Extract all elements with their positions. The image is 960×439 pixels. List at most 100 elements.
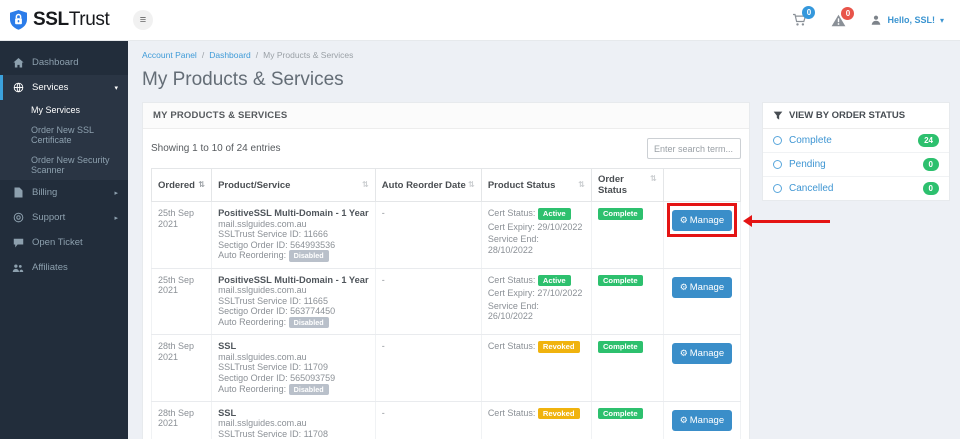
- manage-cell: ⚙ Manage: [662, 267, 742, 336]
- radio-circle-icon: [773, 160, 782, 169]
- service-end: Service End: 26/10/2022: [487, 300, 539, 322]
- file-icon: [12, 187, 24, 198]
- chevron-right-icon: ▸: [114, 214, 118, 222]
- brand-logo[interactable]: SSLTrust: [0, 9, 125, 31]
- sort-icon[interactable]: ⇅: [362, 180, 369, 189]
- order-status-cell: Complete: [590, 201, 664, 269]
- manage-button[interactable]: ⚙ Manage: [671, 210, 733, 231]
- sidebar-toggle-button[interactable]: ≡: [133, 10, 153, 30]
- manage-button[interactable]: ⚙ Manage: [671, 409, 733, 431]
- column-actions: [662, 168, 742, 202]
- search-input[interactable]: [647, 138, 741, 159]
- column-auto-reorder-date[interactable]: ⇅ Auto Reorder Date: [374, 168, 482, 202]
- card-header: MY PRODUCTS & SERVICES: [143, 103, 749, 129]
- sort-icon[interactable]: ⇅: [198, 180, 205, 189]
- order-status-cell: Complete: [590, 267, 664, 336]
- product-status-cell: Cert Status: Revoked: [480, 334, 592, 402]
- service-id: SSLTrust Service ID: 11709: [218, 362, 328, 373]
- filter-item-cancelled[interactable]: Cancelled 0: [763, 177, 949, 200]
- comment-icon: [12, 238, 24, 248]
- breadcrumb-separator: /: [255, 50, 259, 60]
- gear-icon: ⚙: [679, 281, 688, 292]
- cart-button[interactable]: 0: [792, 6, 816, 27]
- cert-expiry: Cert Expiry: 27/10/2022: [487, 288, 583, 299]
- column-ordered[interactable]: ⇅ Ordered: [150, 168, 213, 202]
- filter-panel-header: VIEW BY ORDER STATUS: [763, 103, 949, 129]
- manage-cell: ⚙ Manage: [662, 334, 742, 402]
- ordered-cell: 28th Sep 2021: [150, 400, 213, 439]
- user-menu[interactable]: Hello, SSL! ▾: [870, 14, 944, 26]
- sectigo-order-id: Sectigo Order ID: 564993536: [218, 239, 336, 250]
- cert-status-badge: Revoked: [537, 407, 580, 420]
- topbar-actions: 0 0 Hello, SSL! ▾: [792, 6, 960, 27]
- count-badge: 0: [922, 158, 939, 171]
- column-product-status[interactable]: ⇅ Product Status: [480, 168, 592, 202]
- sidebar-item-my-services[interactable]: My Services: [0, 100, 128, 120]
- product-status-cell: Cert Status: Revoked: [480, 400, 592, 439]
- sidebar-item-order-security-scanner[interactable]: Order New Security Scanner: [0, 150, 128, 180]
- hamburger-icon: ≡: [139, 14, 147, 26]
- filter-item-pending[interactable]: Pending 0: [763, 153, 949, 177]
- breadcrumb-account-panel[interactable]: Account Panel: [142, 50, 197, 60]
- chevron-right-icon: ▸: [114, 189, 118, 197]
- auto-reorder-date-cell: -: [374, 334, 482, 402]
- caret-down-icon: ▾: [939, 15, 944, 25]
- manage-button[interactable]: ⚙ Manage: [671, 343, 733, 365]
- gear-icon: ⚙: [679, 215, 688, 225]
- sidebar: Dashboard Services ▾ My Services Order N…: [0, 41, 128, 439]
- product-cell: SSL mail.sslguides.com.au SSLTrust Servi…: [211, 334, 376, 402]
- cert-status-badge: Active: [537, 208, 571, 220]
- products-table: ⇅ Ordered ⇅ Product/Service ⇅ Auto Reorder …: [150, 168, 830, 439]
- column-product-service[interactable]: ⇅ Product/Service: [211, 168, 376, 202]
- sidebar-item-support[interactable]: Support ▸: [0, 205, 128, 230]
- order-status-cell: Complete: [590, 400, 664, 439]
- manage-button[interactable]: ⚙ Manage: [671, 276, 733, 298]
- table-header-row: ⇅ Ordered ⇅ Product/Service ⇅ Auto Reorder …: [150, 168, 742, 202]
- breadcrumb-dashboard[interactable]: Dashboard: [209, 50, 251, 60]
- sort-icon[interactable]: ⇅: [650, 174, 657, 183]
- table-row: 25th Sep 2021 PositiveSSL Multi-Domain -…: [150, 201, 830, 269]
- count-badge: 0: [922, 182, 939, 195]
- alerts-button[interactable]: 0: [831, 6, 855, 27]
- chevron-down-icon: ▾: [114, 84, 118, 92]
- products-services-card: MY PRODUCTS & SERVICES Showing 1 to 10 o…: [142, 102, 830, 439]
- auto-reorder-date-cell: -: [374, 267, 482, 336]
- table-row: 25th Sep 2021 PositiveSSL Multi-Domain -…: [150, 267, 742, 336]
- gear-icon: ⚙: [679, 414, 688, 425]
- sidebar-item-open-ticket[interactable]: Open Ticket: [0, 230, 128, 255]
- main-content: Account Panel / Dashboard / My Products …: [128, 41, 960, 439]
- sidebar-item-affiliates[interactable]: Affiliates: [0, 255, 128, 280]
- column-order-status[interactable]: ⇅ Order Status: [590, 168, 664, 202]
- table-row: 28th Sep 2021 SSL mail.sslguides.com.au …: [150, 400, 742, 439]
- order-status-badge: Complete: [597, 274, 643, 287]
- sidebar-item-billing[interactable]: Billing ▸: [0, 180, 128, 205]
- radio-circle-icon: [773, 184, 782, 193]
- service-id: SSLTrust Service ID: 11665: [218, 295, 328, 306]
- auto-reorder-date-cell: -: [374, 201, 482, 269]
- breadcrumb-current: My Products & Services: [263, 50, 354, 60]
- sort-icon[interactable]: ⇅: [578, 180, 585, 189]
- cart-count-badge: 0: [802, 6, 816, 19]
- product-status-cell: Cert Status: Active Cert Expiry: 27/10/2…: [480, 267, 592, 336]
- cert-status-badge: Revoked: [537, 341, 580, 353]
- product-cell: SSL mail.sslguides.com.au SSLTrust Servi…: [211, 400, 376, 439]
- auto-reordering: Auto Reordering: Disabled: [218, 383, 369, 395]
- product-domain: mail.sslguides.com.au: [218, 218, 307, 229]
- sidebar-item-order-ssl-certificate[interactable]: Order New SSL Certificate: [0, 120, 128, 150]
- user-greeting: Hello, SSL!: [887, 15, 935, 25]
- service-end: Service End: 28/10/2022: [487, 234, 539, 255]
- order-status-badge: Complete: [597, 341, 643, 353]
- top-navbar: SSLTrust ≡ 0 0 Hello, SSL! ▾: [0, 0, 960, 41]
- filter-item-complete[interactable]: Complete 24: [763, 129, 949, 153]
- disabled-badge: Disabled: [288, 383, 329, 395]
- shield-lock-icon: [10, 10, 27, 30]
- product-name: SSL: [218, 407, 237, 418]
- sectigo-order-id: Sectigo Order ID: 563774450: [218, 306, 336, 317]
- sidebar-item-dashboard[interactable]: Dashboard: [0, 50, 128, 75]
- sidebar-item-services[interactable]: Services ▾: [0, 75, 128, 100]
- cert-expiry: Cert Expiry: 29/10/2022: [487, 221, 583, 232]
- order-status-badge: Complete: [597, 407, 643, 420]
- sort-icon[interactable]: ⇅: [468, 180, 475, 189]
- radio-circle-icon: [773, 136, 782, 145]
- count-badge: 24: [918, 134, 939, 147]
